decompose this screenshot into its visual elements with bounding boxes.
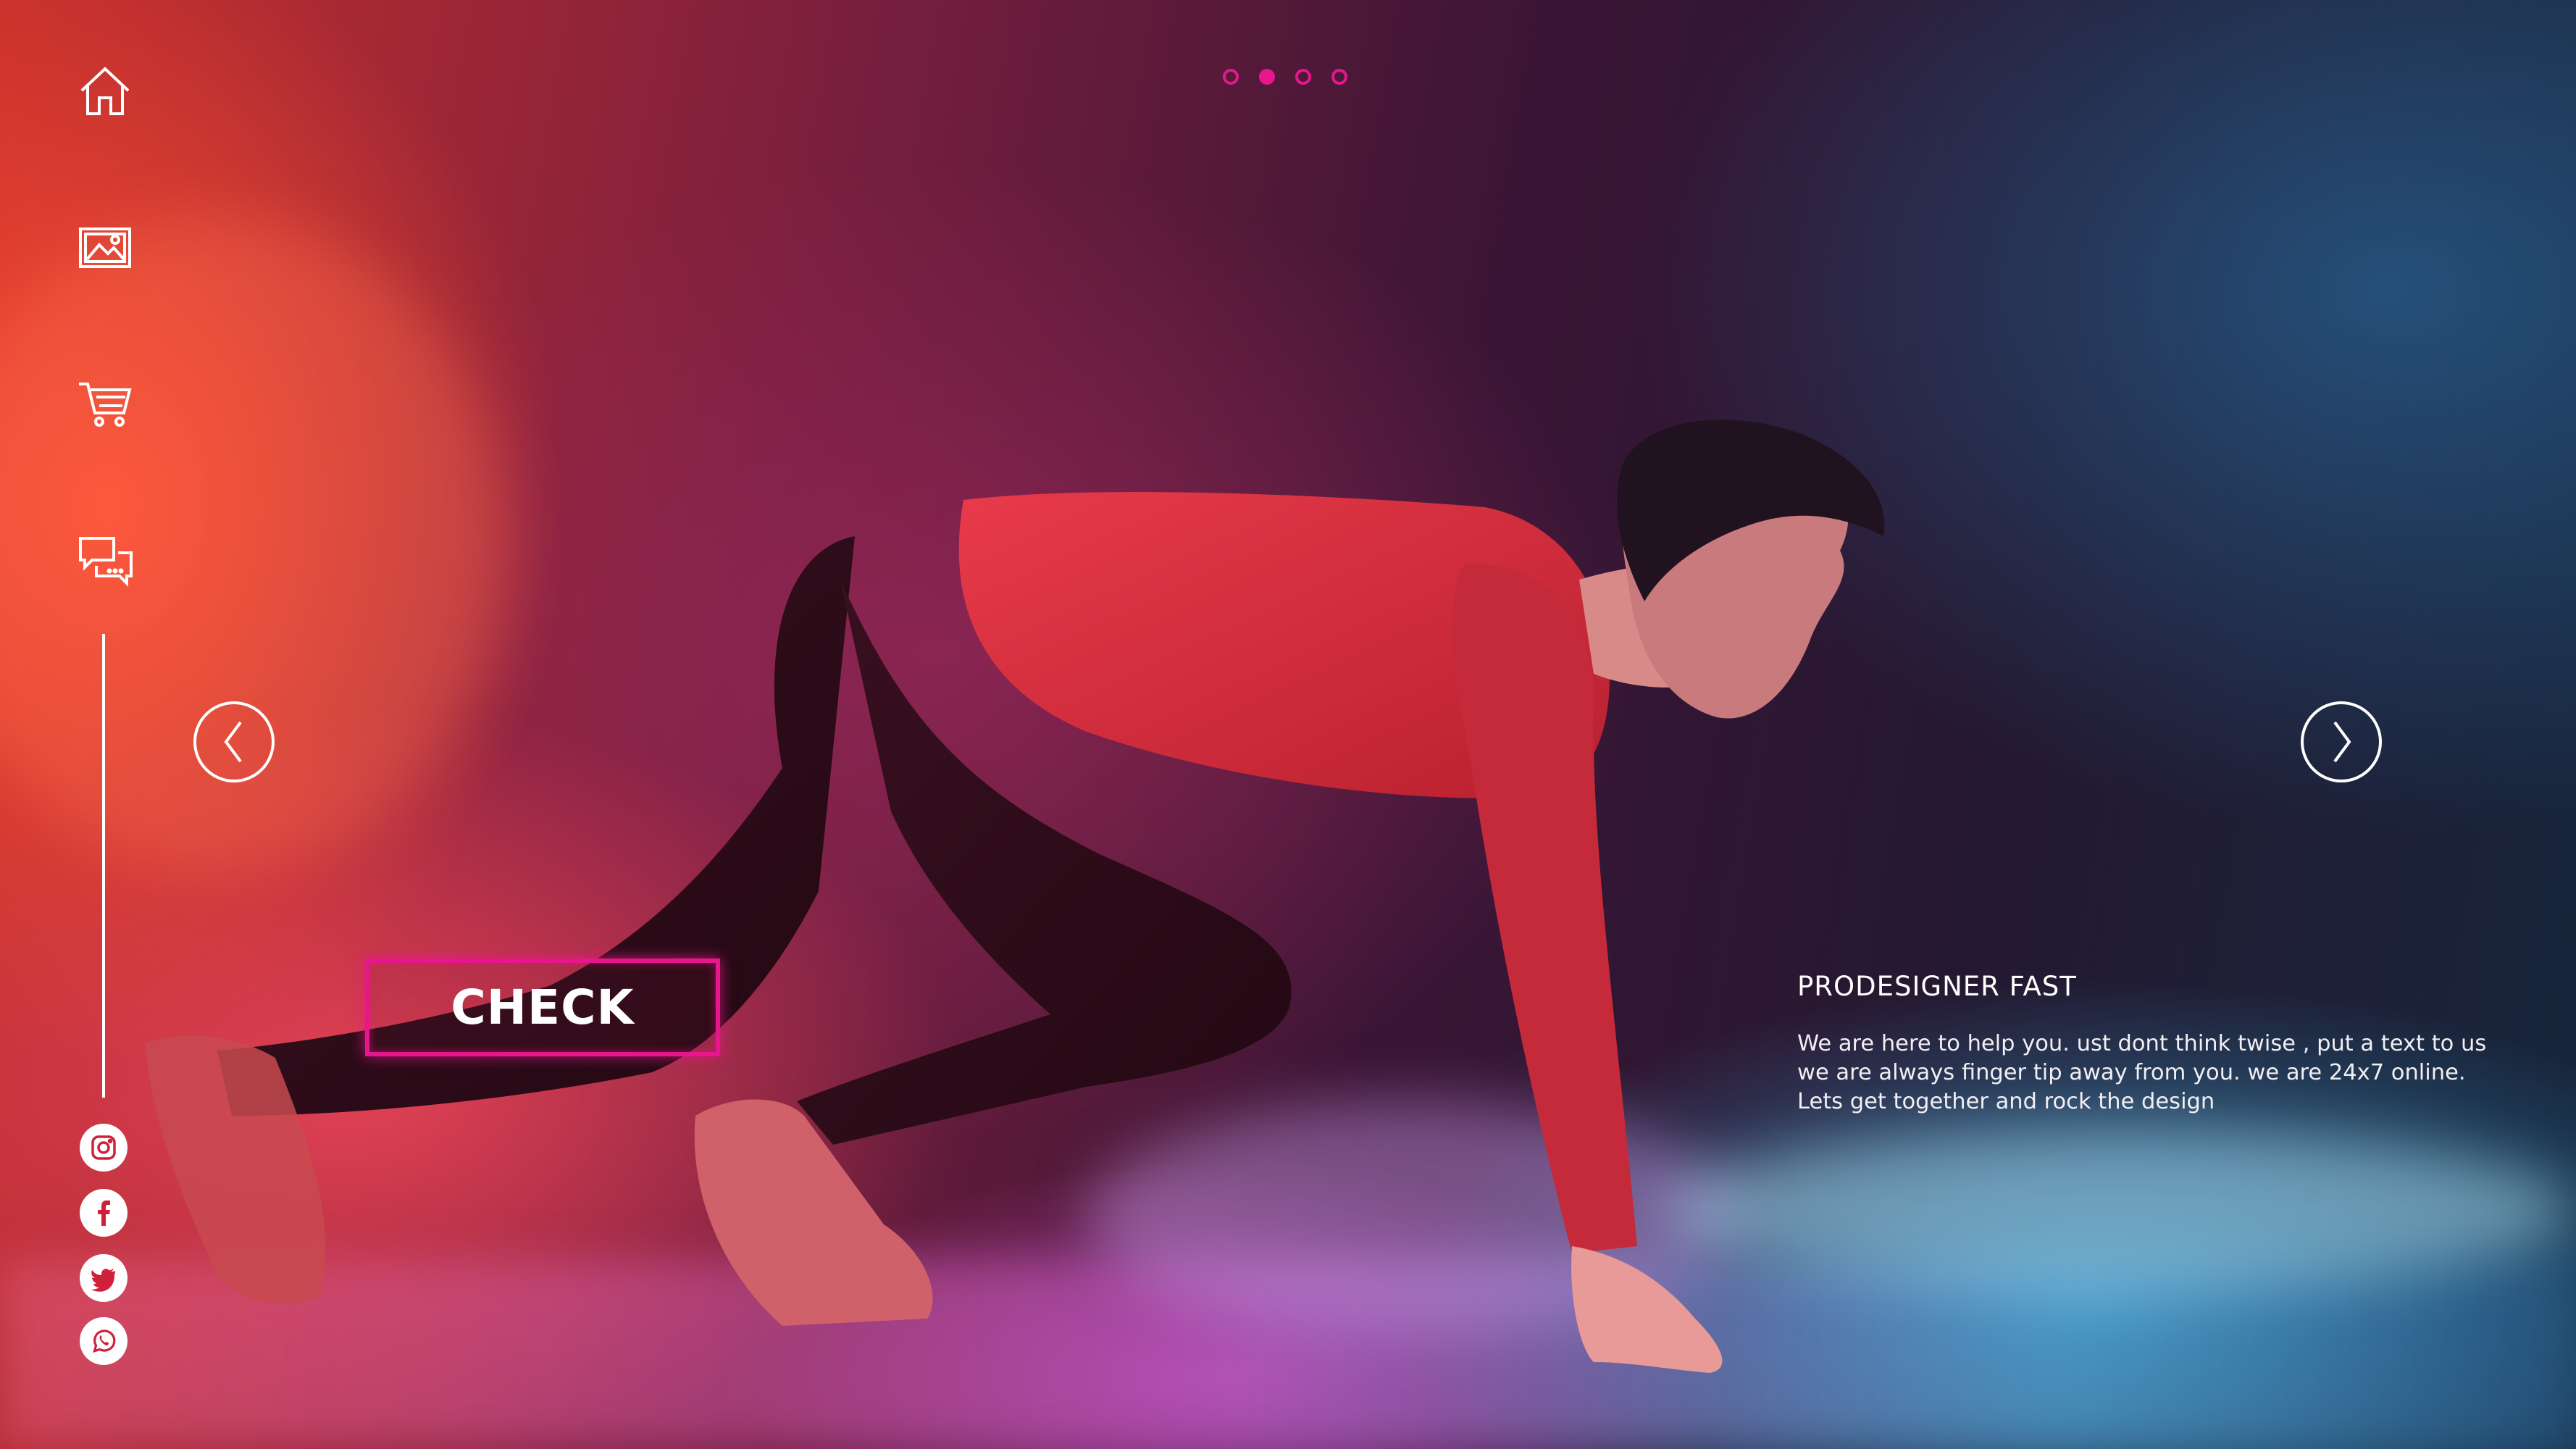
athlete-image bbox=[145, 419, 1885, 1373]
check-button[interactable]: CHECK bbox=[365, 959, 720, 1056]
slide-dot-active[interactable] bbox=[1259, 69, 1275, 85]
instagram-button[interactable] bbox=[80, 1124, 127, 1172]
chevron-left-icon bbox=[224, 721, 242, 763]
facebook-icon bbox=[98, 1200, 110, 1226]
nav-gallery-button[interactable] bbox=[72, 215, 138, 280]
twitter-icon bbox=[91, 1269, 115, 1292]
nav-home-button[interactable] bbox=[72, 58, 138, 123]
next-slide-button[interactable] bbox=[2301, 701, 2382, 782]
chevron-right-icon bbox=[2333, 721, 2351, 763]
slide-dot[interactable] bbox=[1331, 69, 1347, 85]
nav-rail bbox=[0, 0, 188, 1449]
whatsapp-button[interactable] bbox=[80, 1317, 127, 1365]
hero-slide: CHECK PRODESIGNER FAST We are here to he… bbox=[0, 0, 2576, 1449]
twitter-button[interactable] bbox=[80, 1254, 127, 1302]
info-text-line: we are always finger tip away from you. … bbox=[1797, 1060, 2466, 1085]
info-text-line: We are here to help you. ust dont think … bbox=[1797, 1031, 2487, 1056]
facebook-button[interactable] bbox=[80, 1189, 127, 1237]
slide-dot[interactable] bbox=[1295, 69, 1311, 85]
whatsapp-icon bbox=[93, 1329, 116, 1353]
home-icon bbox=[80, 67, 130, 115]
nav-cart-button[interactable] bbox=[72, 372, 138, 437]
info-title: PRODESIGNER FAST bbox=[1797, 971, 2077, 1002]
gallery-icon bbox=[79, 227, 131, 268]
info-block: PRODESIGNER FAST We are here to help you… bbox=[1797, 971, 2487, 1116]
chat-icon bbox=[79, 537, 133, 587]
slide-indicator bbox=[1223, 69, 1347, 85]
slide-dot[interactable] bbox=[1223, 69, 1239, 85]
rail-divider bbox=[102, 634, 105, 1098]
prev-slide-button[interactable] bbox=[193, 701, 275, 782]
cart-icon bbox=[79, 383, 132, 427]
nav-chat-button[interactable] bbox=[72, 527, 138, 593]
instagram-icon bbox=[91, 1135, 116, 1160]
info-text-line: Lets get together and rock the design bbox=[1797, 1089, 2215, 1114]
